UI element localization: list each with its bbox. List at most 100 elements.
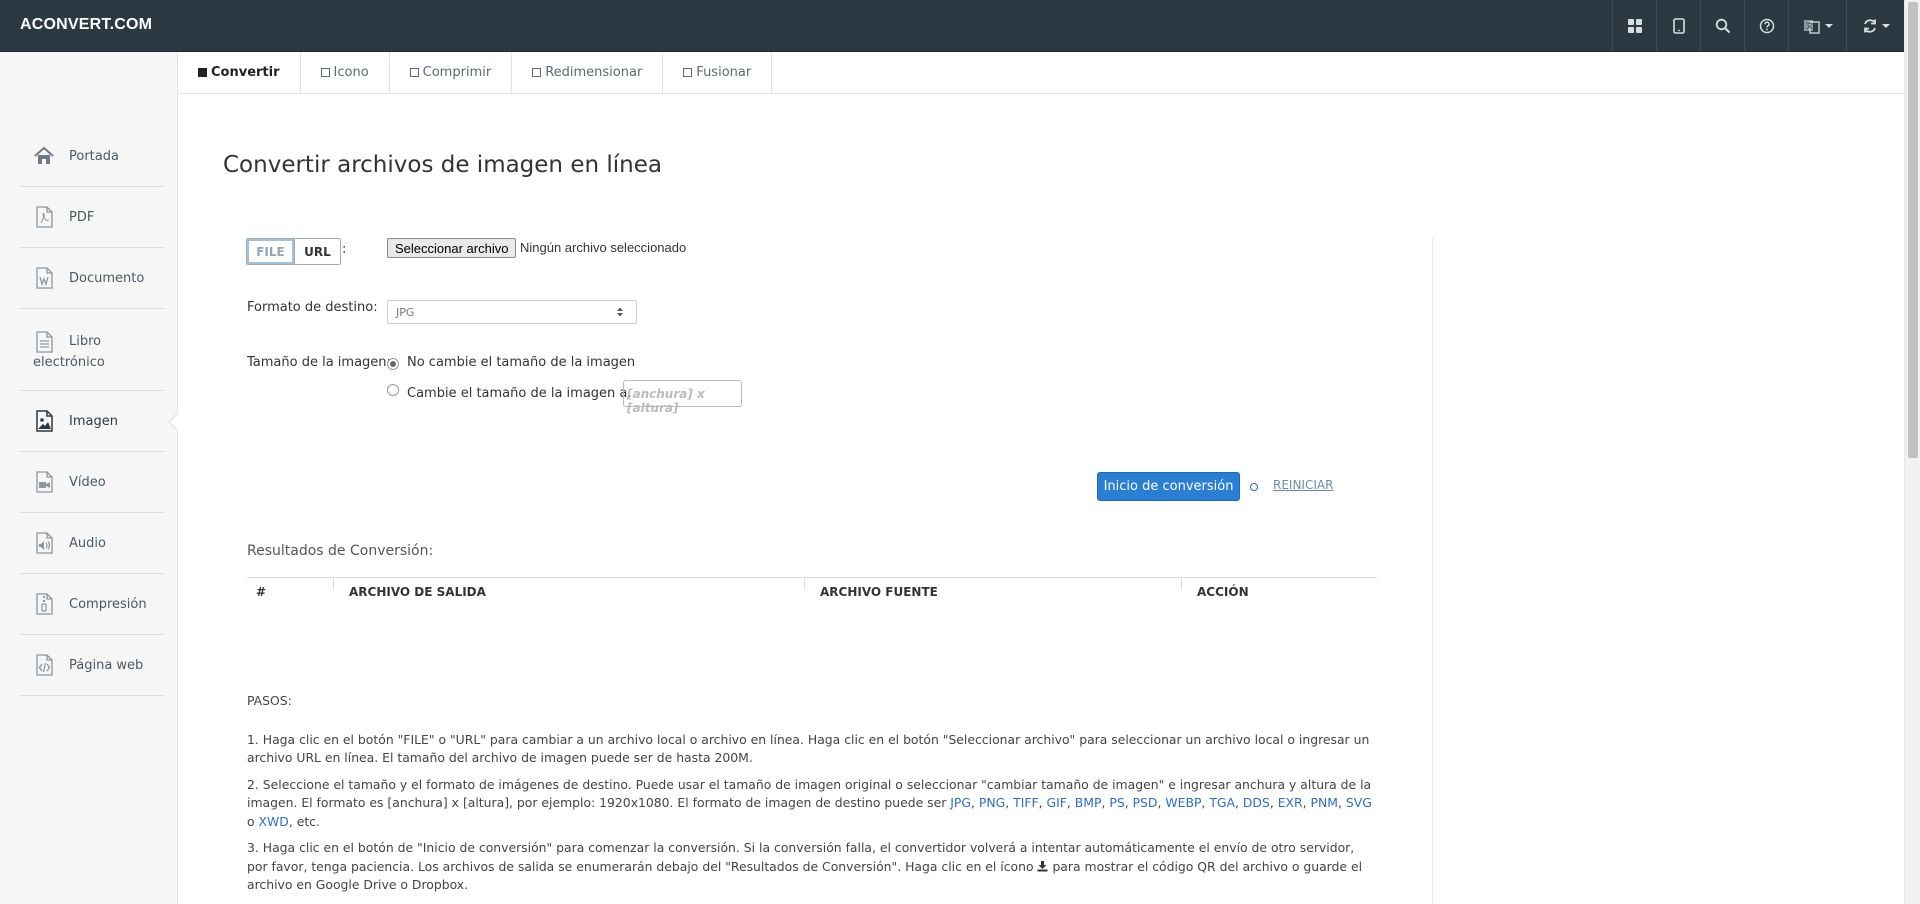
steps-heading: PASOS: [247,693,292,708]
reset-link[interactable]: REINICIAR [1273,478,1333,492]
resize-radio[interactable] [387,384,399,396]
apps-grid-icon[interactable] [1612,0,1656,51]
tab-label: Convertir [211,65,280,80]
sidebar-item-portada[interactable]: Portada [19,126,165,187]
step-1: 1. Haga clic en el botón "FILE" o "URL" … [247,731,1370,766]
tab-comprimir[interactable]: Comprimir [390,52,513,93]
tab-icono[interactable]: Icono [301,52,390,93]
navbar-icon-group: 文 [1612,0,1904,51]
sidebar-item-video[interactable]: Vídeo [19,452,165,513]
image-size-label: Tamaño de la imagen: [247,355,391,370]
column-header-output-file: ARCHIVO DE SALIDA [349,585,486,599]
column-header-source-file: ARCHIVO FUENTE [820,585,938,599]
sidebar-item-label: Imagen [69,413,118,429]
word-document-icon [36,267,53,289]
download-icon [1037,860,1048,871]
square-icon [409,68,419,77]
svg-text:文: 文 [1806,21,1813,30]
pdf-file-icon [36,206,53,228]
sidebar-item-label: Compresión [69,596,147,612]
sidebar-item-libro-electronico[interactable]: Libro electrónico [19,309,165,391]
tab-redimensionar[interactable]: Redimensionar [512,52,664,93]
format-link-svg[interactable]: SVG [1346,795,1372,810]
format-link-webp[interactable]: WEBP [1165,795,1201,810]
step-2-text: 2. Seleccione el tamaño y el formato de … [247,776,1372,811]
sidebar-item-label: Documento [69,270,145,286]
column-divider [333,578,334,590]
sidebar-item-pagina-web[interactable]: Página web [19,635,165,696]
file-status: Ningún archivo seleccionado [520,240,687,255]
sidebar-nav: Portada PDF Documento Libro electrónico … [19,126,179,696]
step-2-or: o [247,813,255,829]
sidebar-item-label: Audio [69,535,106,551]
square-icon [320,68,330,77]
format-link-exr[interactable]: EXR [1278,795,1303,810]
format-link-dds[interactable]: DDS [1243,795,1270,810]
audio-icon [36,532,53,554]
top-navbar: ACONVERT.COM 文 [0,0,1904,52]
square-icon [532,68,542,77]
help-icon[interactable] [1744,0,1788,51]
sidebar-item-pdf[interactable]: PDF [19,187,165,248]
sidebar: Portada PDF Documento Libro electrónico … [0,52,179,904]
sidebar-item-compresion[interactable]: Compresión [19,574,165,635]
format-link-bmp[interactable]: BMP [1075,795,1102,810]
tab-convertir[interactable]: Convertir [178,52,301,93]
column-header-number: # [256,585,267,599]
sidebar-item-label: Página web [69,657,144,673]
format-link-xwd[interactable]: XWD [259,814,289,829]
step-2-end: , etc. [288,813,320,829]
tab-label: Comprimir [422,65,492,80]
video-icon [36,471,53,493]
format-link-tiff[interactable]: TIFF [1013,795,1038,810]
sidebar-item-label: Portada [69,148,119,164]
sidebar-item-label: Libro electrónico [33,334,105,370]
square-icon [198,68,207,77]
scrollbar-thumb[interactable] [1908,2,1918,458]
target-format-select[interactable]: JPG [387,300,637,324]
archive-icon [36,593,53,615]
source-toggle: FILE URL [246,238,341,265]
language-icon[interactable]: 文 [1788,0,1846,51]
site-logo[interactable]: ACONVERT.COM [20,16,152,34]
sidebar-item-label: Vídeo [69,474,106,490]
sidebar-item-imagen[interactable]: Imagen [19,391,179,452]
image-icon [36,410,53,432]
page-scrollbar[interactable] [1904,0,1920,904]
selected-format: JPG [396,306,415,319]
search-icon[interactable] [1700,0,1744,51]
file-source-button[interactable]: FILE [247,239,294,264]
tablet-icon[interactable] [1656,0,1700,51]
results-table: # ARCHIVO DE SALIDA ARCHIVO FUENTE ACCIÓ… [247,577,1377,599]
start-conversion-button[interactable]: Inicio de conversión [1097,472,1240,501]
resize-option: Cambie el tamaño de la imagen a: [407,386,632,401]
select-file-button[interactable]: Seleccionar archivo [387,238,517,258]
format-link-psd[interactable]: PSD [1133,795,1158,810]
tab-label: Fusionar [696,65,752,80]
column-header-action: ACCIÓN [1197,585,1249,599]
format-link-jpg[interactable]: JPG [950,795,971,810]
format-link-tga[interactable]: TGA [1209,795,1235,810]
code-file-icon [36,654,53,676]
source-colon: : [342,242,347,257]
sidebar-item-documento[interactable]: Documento [19,248,165,309]
format-link-pnm[interactable]: PNM [1311,795,1338,810]
sidebar-item-label: PDF [69,209,95,225]
tab-label: Icono [333,65,369,80]
tab-fusionar[interactable]: Fusionar [663,52,773,93]
content-divider [1432,238,1433,904]
sidebar-item-audio[interactable]: Audio [19,513,165,574]
refresh-icon[interactable] [1846,0,1904,51]
keep-size-option: No cambie el tamaño de la imagen [407,355,636,370]
chevron-down-icon [1824,23,1833,28]
step-2: 2. Seleccione el tamaño y el formato de … [247,776,1372,829]
tab-label: Redimensionar [545,65,643,80]
results-title: Resultados de Conversión: [247,543,434,559]
url-source-button[interactable]: URL [294,239,340,264]
format-link-png[interactable]: PNG [979,795,1005,810]
image-size-input[interactable]: [anchura] x [altura] [623,380,742,415]
keep-size-radio[interactable] [387,358,399,370]
square-icon [683,68,693,77]
format-link-gif[interactable]: GIF [1047,795,1067,810]
format-link-ps[interactable]: PS [1109,795,1124,810]
